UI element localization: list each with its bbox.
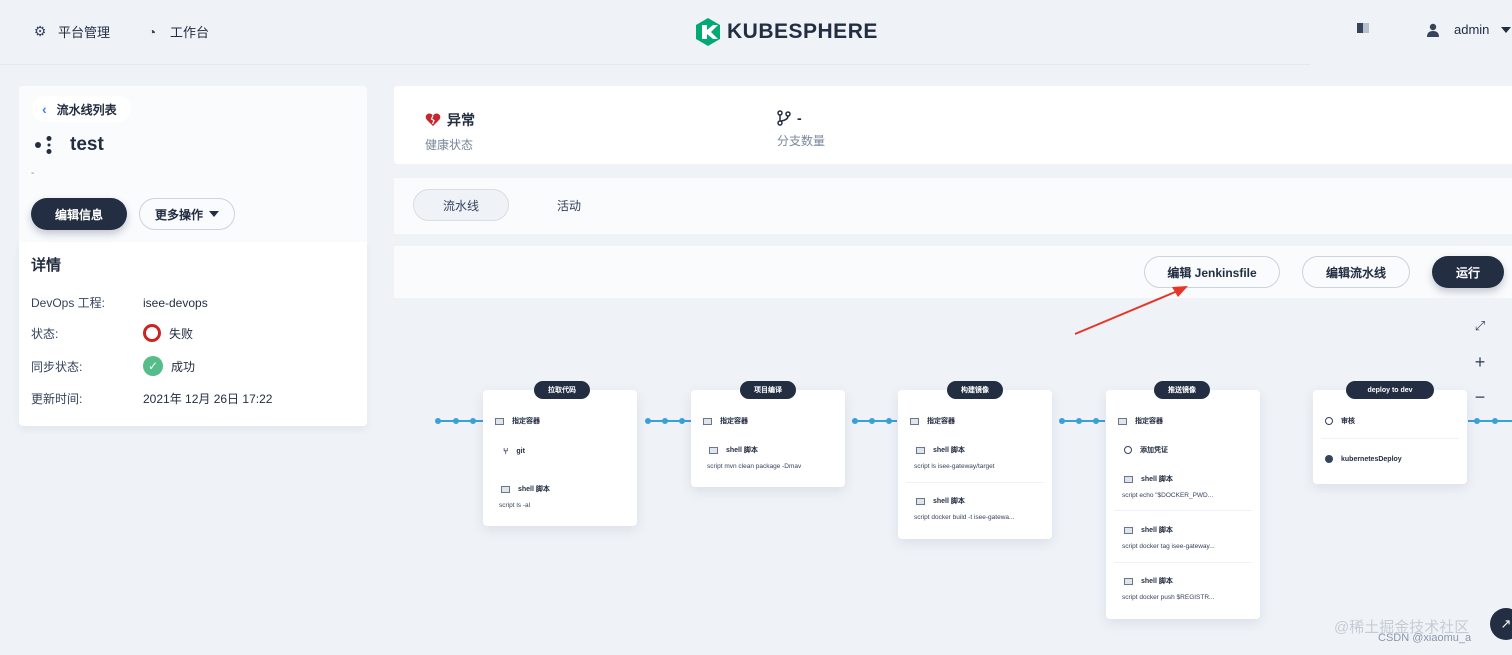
annotation-arrow-icon (1074, 286, 1188, 335)
